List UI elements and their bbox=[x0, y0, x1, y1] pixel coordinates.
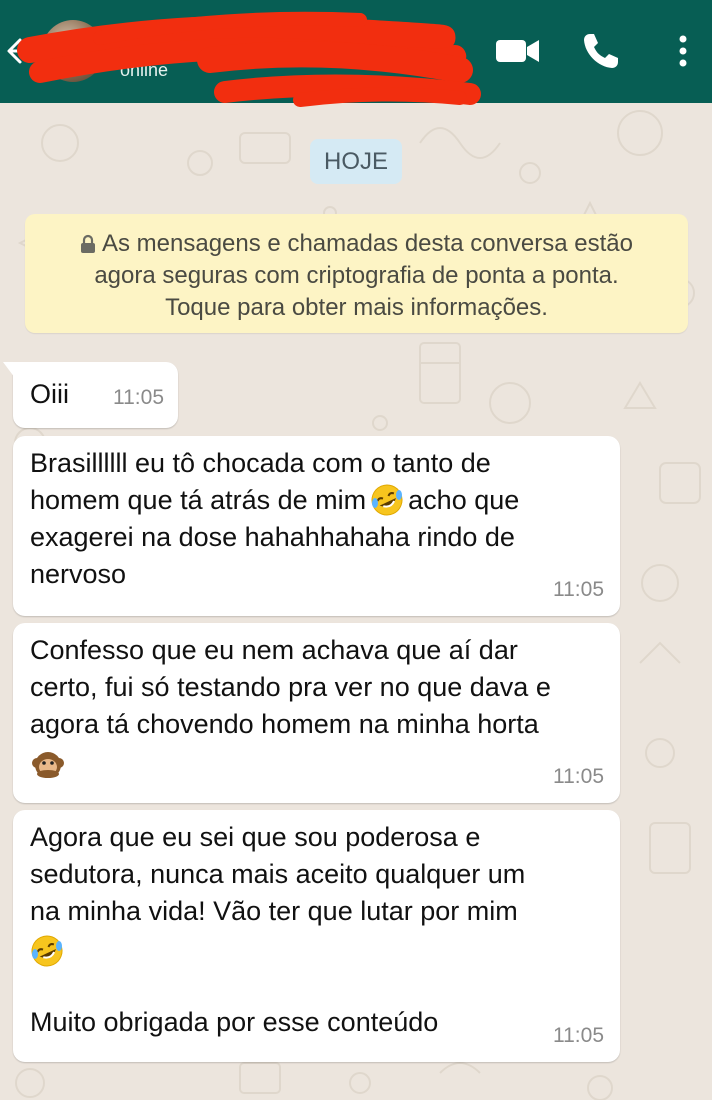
message-emoji-line bbox=[30, 930, 604, 970]
message-time: 11:05 bbox=[113, 386, 164, 409]
message-line: agora tá chovendo homem na minha horta bbox=[30, 709, 539, 739]
message-line: certo, fui só testando pra ver no que da… bbox=[30, 672, 551, 702]
back-arrow-icon[interactable] bbox=[4, 34, 38, 68]
speak-no-evil-monkey-emoji-icon bbox=[32, 752, 64, 778]
encryption-notice[interactable]: As mensagens e chamadas desta conversa e… bbox=[25, 214, 688, 333]
phone-call-icon[interactable] bbox=[580, 30, 622, 72]
message-time: 11:05 bbox=[553, 1024, 604, 1047]
incoming-message[interactable]: Oiii 11:05 bbox=[3, 362, 178, 428]
chat-header: +55 00 0000-0000 online bbox=[0, 0, 712, 103]
message-emoji-line bbox=[30, 743, 604, 783]
incoming-message[interactable]: Agora que eu sei que sou poderosa e sedu… bbox=[13, 810, 620, 1062]
message-fragment: acho que bbox=[408, 485, 520, 515]
contact-name[interactable]: +55 00 0000-0000 bbox=[120, 18, 413, 57]
message-line: Agora que eu sei que sou poderosa e bbox=[30, 822, 481, 852]
lock-icon bbox=[81, 234, 95, 253]
contact-avatar[interactable] bbox=[42, 20, 104, 82]
date-divider: HOJE bbox=[310, 139, 402, 184]
bubble-tail bbox=[3, 362, 15, 378]
message-line: nervoso bbox=[30, 559, 127, 589]
message-line: sedutora, nunca mais aceito qualquer um bbox=[30, 859, 526, 889]
message-text: Confesso que eu nem achava que aí dar ce… bbox=[30, 632, 604, 783]
message-line: Muito obrigada por esse conteúdo bbox=[30, 1007, 439, 1037]
incoming-message[interactable]: Confesso que eu nem achava que aí dar ce… bbox=[13, 623, 620, 803]
message-line: homem que tá atrás de mim acho que bbox=[30, 482, 604, 519]
message-fragment: homem que tá atrás de mim bbox=[30, 485, 367, 515]
encryption-text-1: As mensagens e chamadas desta conversa e… bbox=[102, 230, 633, 257]
message-text: Brasillllll eu tô chocada com o tanto de… bbox=[30, 445, 604, 593]
rofl-emoji-icon bbox=[371, 484, 403, 516]
more-options-icon[interactable] bbox=[668, 30, 698, 72]
message-text: Agora que eu sei que sou poderosa e sedu… bbox=[30, 819, 604, 1041]
message-line: Confesso que eu nem achava que aí dar bbox=[30, 635, 518, 665]
message-time: 11:05 bbox=[553, 578, 604, 601]
encryption-notice-line2: agora seguras com criptografia de ponta … bbox=[94, 262, 619, 289]
encryption-notice-line1: As mensagens e chamadas desta conversa e… bbox=[25, 214, 688, 260]
rofl-emoji-icon bbox=[31, 935, 63, 967]
encryption-notice-line3: Toque para obter mais informações. bbox=[165, 294, 548, 321]
contact-status: online bbox=[120, 60, 169, 80]
incoming-message[interactable]: Brasillllll eu tô chocada com o tanto de… bbox=[13, 436, 620, 616]
video-call-icon[interactable] bbox=[494, 30, 542, 72]
message-line: exagerei na dose hahahhahaha rindo de bbox=[30, 522, 515, 552]
message-line: Brasillllll eu tô chocada com o tanto de bbox=[30, 448, 491, 478]
message-time: 11:05 bbox=[553, 765, 604, 788]
message-line: na minha vida! Vão ter que lutar por mim bbox=[30, 896, 518, 926]
